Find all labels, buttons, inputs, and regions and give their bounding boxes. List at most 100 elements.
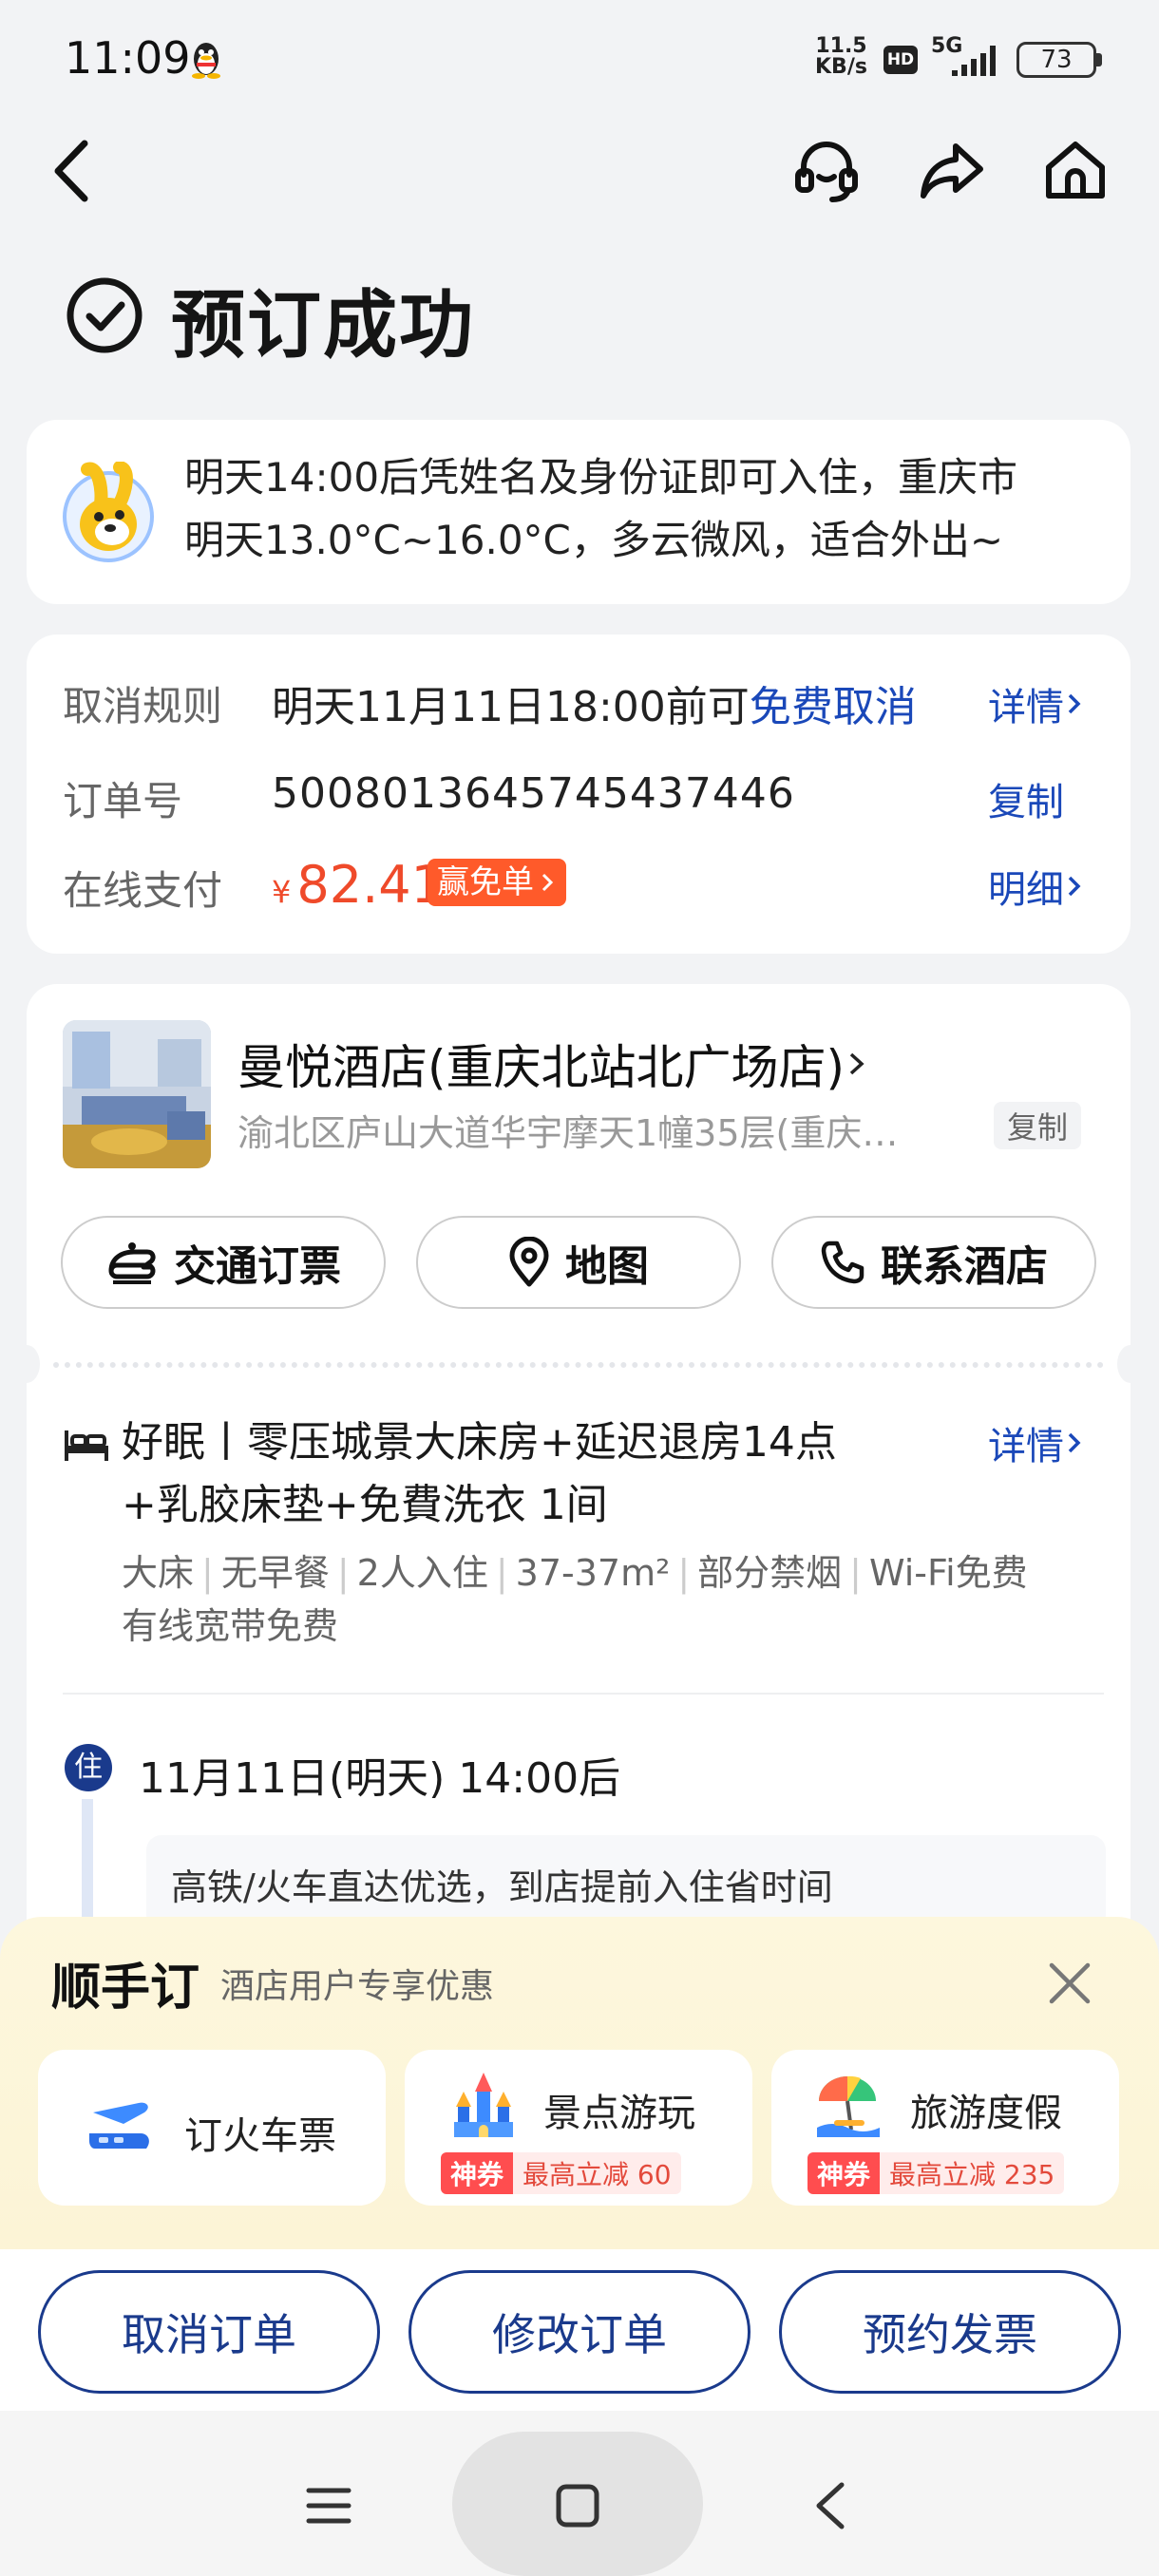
room-detail-link[interactable]: 详情: [988, 1415, 1085, 1470]
square-icon: [556, 2484, 599, 2528]
payment-amount: ¥ 82.41: [272, 855, 444, 915]
qq-penguin-icon: [192, 43, 220, 79]
net-speed-unit: KB/s: [815, 55, 867, 79]
amount-value: 82.41: [296, 855, 444, 915]
cancel-detail-link[interactable]: 详情: [988, 676, 1085, 731]
promo-item-attractions[interactable]: 景点游玩 神券 最高立减 60: [405, 2050, 752, 2206]
cancel-rule-label: 取消规则: [63, 683, 223, 729]
share-button[interactable]: [914, 133, 990, 209]
room-tag: 大床: [122, 1552, 195, 1594]
quick-booking-panel: 顺手订 酒店用户专享优惠 订火车票 景点游玩 神券 最高立减 60 旅游度假 神…: [0, 1917, 1159, 2249]
battery-indicator: 73: [1016, 42, 1096, 78]
menu-button[interactable]: [291, 2468, 367, 2544]
cancel-detail-label: 详情: [988, 686, 1064, 729]
section-divider: [63, 1693, 1104, 1695]
beach-umbrella-icon: [817, 2075, 880, 2137]
free-cancel-text: 免费取消: [749, 683, 917, 731]
train-ticket-icon: [89, 2102, 149, 2149]
promo-item-label: 景点游玩: [543, 2092, 695, 2135]
map-button[interactable]: 地图: [416, 1216, 741, 1309]
home-button[interactable]: [1037, 133, 1113, 209]
bottom-action-bar: 取消订单 修改订单 预约发票: [0, 2249, 1159, 2411]
cancel-rule-value: 明天11月11日18:00前可免费取消: [272, 672, 917, 733]
menu-icon: [306, 2488, 352, 2524]
location-pin-icon: [509, 1237, 549, 1287]
room-title: 好眠丨零压城景大床房+延迟退房14点 +乳胶床垫+免費洗衣 1间: [122, 1411, 939, 1537]
page-title: 预订成功: [171, 283, 476, 369]
payment-detail-label: 明细: [988, 868, 1064, 912]
home-icon: [1046, 142, 1105, 199]
share-icon: [921, 143, 983, 199]
hotel-address: 渝北区庐山大道华宇摩天1幢35层(重庆…: [238, 1112, 899, 1154]
hotel-photo[interactable]: [63, 1020, 211, 1168]
promo-item-label: 旅游度假: [910, 2092, 1062, 2135]
chevron-left-icon: [54, 140, 88, 202]
currency-symbol: ¥: [272, 874, 292, 910]
book-invoice-button[interactable]: 预约发票: [779, 2270, 1121, 2394]
copy-address-button[interactable]: 复制: [994, 1102, 1082, 1149]
checkin-date: 11月11日(明天) 14:00后: [139, 1754, 621, 1803]
battery-tip: [1096, 53, 1102, 66]
checkin-note: 高铁/火车直达优选，到店提前入住省时间: [146, 1835, 1106, 1930]
transport-ticket-button[interactable]: 交通订票: [61, 1216, 386, 1309]
check-circle-icon: [66, 277, 142, 353]
room-tag: 37-37m²: [515, 1552, 671, 1594]
copy-order-number-button[interactable]: 复制: [988, 771, 1064, 826]
bed-icon: [65, 1430, 108, 1461]
payment-detail-link[interactable]: 明细: [988, 859, 1085, 914]
contact-hotel-label: 联系酒店: [881, 1242, 1048, 1291]
hd-badge: HD: [884, 46, 918, 74]
tip-line-1: 明天14:00后凭姓名及身份证即可入住，重庆市: [184, 454, 1018, 501]
close-promo-button[interactable]: [1032, 1945, 1108, 2021]
back-nav-button[interactable]: [792, 2468, 868, 2544]
promo-subtitle: 酒店用户专享优惠: [220, 1967, 495, 2006]
room-detail-label: 详情: [988, 1425, 1064, 1468]
win-free-order-badge[interactable]: 赢免单: [428, 859, 566, 906]
coupon-tag: 神券: [441, 2152, 514, 2194]
order-number: 5008013645745437446: [272, 769, 795, 818]
back-button[interactable]: [34, 133, 110, 209]
home-nav-button[interactable]: [540, 2468, 616, 2544]
room-title-line-1: 好眠丨零压城景大床房+延迟退房14点: [122, 1418, 837, 1467]
order-info-card: 取消规则 明天11月11日18:00前可免费取消 详情 订单号 50080136…: [27, 635, 1130, 954]
win-free-order-label: 赢免单: [437, 863, 534, 901]
dotted-divider: [53, 1362, 1104, 1368]
castle-icon: [454, 2073, 513, 2137]
checkin-note-text: 高铁/火车直达优选，到店提前入住省时间: [171, 1866, 833, 1908]
coupon-offer: 神券 最高立减 60: [441, 2152, 681, 2194]
headset-icon: [795, 142, 858, 202]
promo-item-label: 订火车票: [184, 2114, 336, 2158]
hotel-name-link[interactable]: 曼悦酒店(重庆北站北广场店): [238, 1030, 869, 1098]
room-tags: 大床 | 无早餐 | 2人入住 | 37-37m² | 部分禁烟 | Wi-Fi免费 有线宽带免费: [122, 1546, 1110, 1653]
room-tag: 有线宽带免费: [122, 1605, 339, 1647]
coupon-offer: 神券 最高立减 235: [808, 2152, 1065, 2194]
promo-item-vacation[interactable]: 旅游度假 神券 最高立减 235: [771, 2050, 1119, 2206]
status-time: 11:09: [65, 32, 191, 84]
room-title-line-2: +乳胶床垫+免費洗衣 1间: [122, 1481, 608, 1529]
modify-order-button[interactable]: 修改订单: [408, 2270, 750, 2394]
order-number-label: 订单号: [63, 778, 183, 824]
online-payment-label: 在线支付: [63, 867, 223, 914]
promo-title: 顺手订: [51, 1960, 200, 2017]
net-speed-value: 11.5: [815, 34, 867, 58]
hotel-name: 曼悦酒店(重庆北站北广场店): [238, 1040, 846, 1095]
room-tag: 无早餐: [220, 1552, 330, 1594]
chevron-left-icon: [816, 2482, 845, 2529]
chevron-right-icon: [1068, 876, 1081, 897]
transport-ticket-label: 交通订票: [174, 1242, 341, 1291]
checkin-badge: 住: [65, 1744, 112, 1791]
chevron-right-icon: [849, 1052, 864, 1075]
promo-item-train[interactable]: 订火车票: [38, 2050, 386, 2206]
checkin-tip-card: 明天14:00后凭姓名及身份证即可入住，重庆市 明天13.0°C~16.0°C，…: [27, 420, 1130, 604]
coupon-offer-text: 最高立减 235: [880, 2152, 1065, 2194]
cancel-rule-text: 明天11月11日18:00前可: [272, 683, 750, 731]
train-icon: [108, 1242, 156, 1284]
cancel-order-button[interactable]: 取消订单: [38, 2270, 380, 2394]
coupon-tag: 神券: [808, 2152, 881, 2194]
network-speed: 11.5 KB/s: [815, 36, 867, 78]
customer-service-button[interactable]: [788, 133, 864, 209]
tip-line-2: 明天13.0°C~16.0°C，多云微风，适合外出~: [184, 517, 1004, 563]
phone-icon: [821, 1241, 864, 1284]
close-icon: [1049, 1962, 1091, 2004]
contact-hotel-button[interactable]: 联系酒店: [771, 1216, 1096, 1309]
